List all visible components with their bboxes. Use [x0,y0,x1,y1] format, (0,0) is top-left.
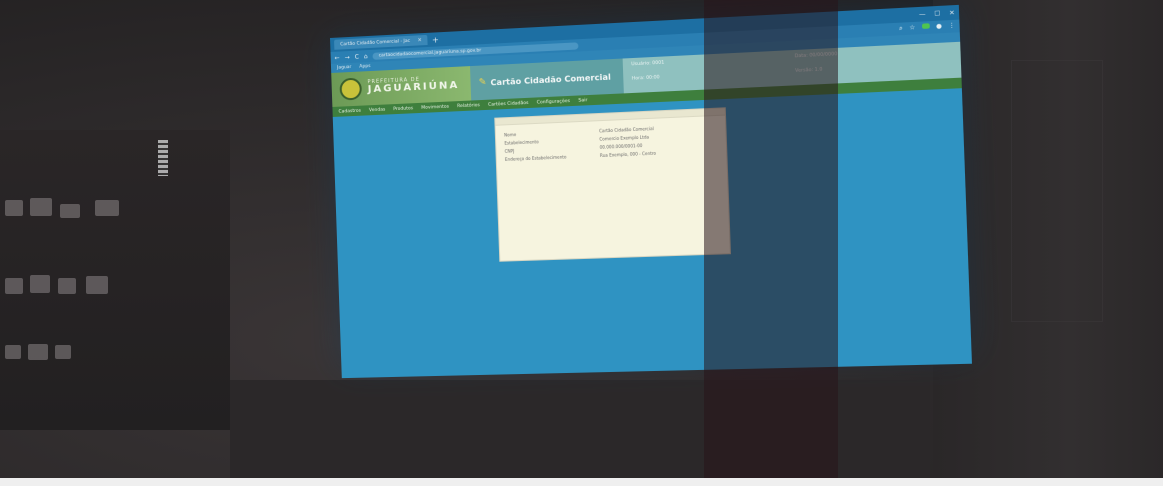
site-title: Cartão Cidadão Comercial [490,71,611,87]
nav-item[interactable]: Sair [578,98,587,104]
tab-close-icon[interactable]: × [418,37,422,43]
tab-title: Cartão Cidadão Comercial - Jac [340,38,411,48]
window-controls: — ☐ ✕ [919,9,955,18]
shelf-box [95,200,119,216]
city-logo-icon [339,77,363,101]
dialog-label: Nome [504,131,517,138]
nav-item[interactable]: Cartões Cidadãos [488,100,529,107]
close-icon[interactable]: ✕ [949,9,955,17]
reload-icon[interactable]: C [355,53,359,60]
shelf-box [28,344,48,360]
dialog-label: CNPJ [504,148,515,154]
nav-item[interactable]: Produtos [393,106,413,112]
maximize-icon[interactable]: ☐ [934,10,940,18]
back-icon[interactable]: ← [335,54,340,61]
dialog-value: Comercio Exemplo Ltda [599,134,650,142]
bottom-edge [0,478,1163,486]
dialog-value: Cartão Cidadão Comercial [598,125,654,134]
brand-name: JAGUARIÚNA [367,80,460,96]
dialog-value: Rua Exemplo, 000 - Centro [599,150,657,159]
info-dialog: Nome Cartão Cidadão Comercial Estabeleci… [494,107,731,262]
search-icon[interactable]: ⌕ [899,25,903,34]
nav-item[interactable]: Cadastros [338,108,361,114]
bookmark-item[interactable]: Jaguar [337,65,352,71]
nav-item[interactable]: Movimentos [421,104,449,110]
shelf-box [55,345,71,359]
shelf-box [30,198,52,216]
shelf [0,130,230,430]
dialog-header [495,108,725,126]
minimize-icon[interactable]: — [919,10,926,18]
home-icon[interactable]: ⌂ [364,53,368,60]
shelf-box [5,200,23,216]
shelf-box [30,275,50,293]
profile-icon[interactable]: ● [936,23,942,32]
new-tab-icon[interactable]: + [432,35,439,44]
star-icon[interactable]: ☆ [909,24,915,33]
dialog-value: 00.000.000/0001-00 [599,142,643,150]
toolbar-extensions: ⌕ ☆ ● ⋮ [899,22,955,33]
page-content: Nome Cartão Cidadão Comercial Estabeleci… [332,88,972,379]
nav-item[interactable]: Vendas [369,107,386,113]
photo-scene: Cartão Cidadão Comercial - Jac × + — ☐ ✕… [0,0,1163,486]
door-frame [1011,60,1103,322]
label-sticker [158,140,168,176]
extension-icon[interactable] [921,23,930,29]
shelf-box [5,345,21,359]
site-brand[interactable]: PREFEITURA DE JAGUARIÚNA [331,66,472,107]
nav-item[interactable]: Relatórios [457,103,480,109]
shelf-box [60,204,80,218]
menu-icon[interactable]: ⋮ [948,22,955,31]
shelf-box [86,276,108,294]
pencil-icon: ✎ [478,77,487,88]
floor [230,380,930,486]
shelf-box [5,278,23,294]
dialog-label: Endereço do Estabelecimento [504,154,567,162]
nav-item[interactable]: Configurações [537,98,570,105]
bookmark-item[interactable]: Apps [359,64,370,70]
site-title-block: ✎ Cartão Cidadão Comercial [469,58,624,101]
dialog-label: Estabelecimento [504,139,539,146]
projected-screen: Cartão Cidadão Comercial - Jac × + — ☐ ✕… [330,4,972,379]
shelf-box [58,278,76,294]
forward-icon[interactable]: → [345,54,350,61]
